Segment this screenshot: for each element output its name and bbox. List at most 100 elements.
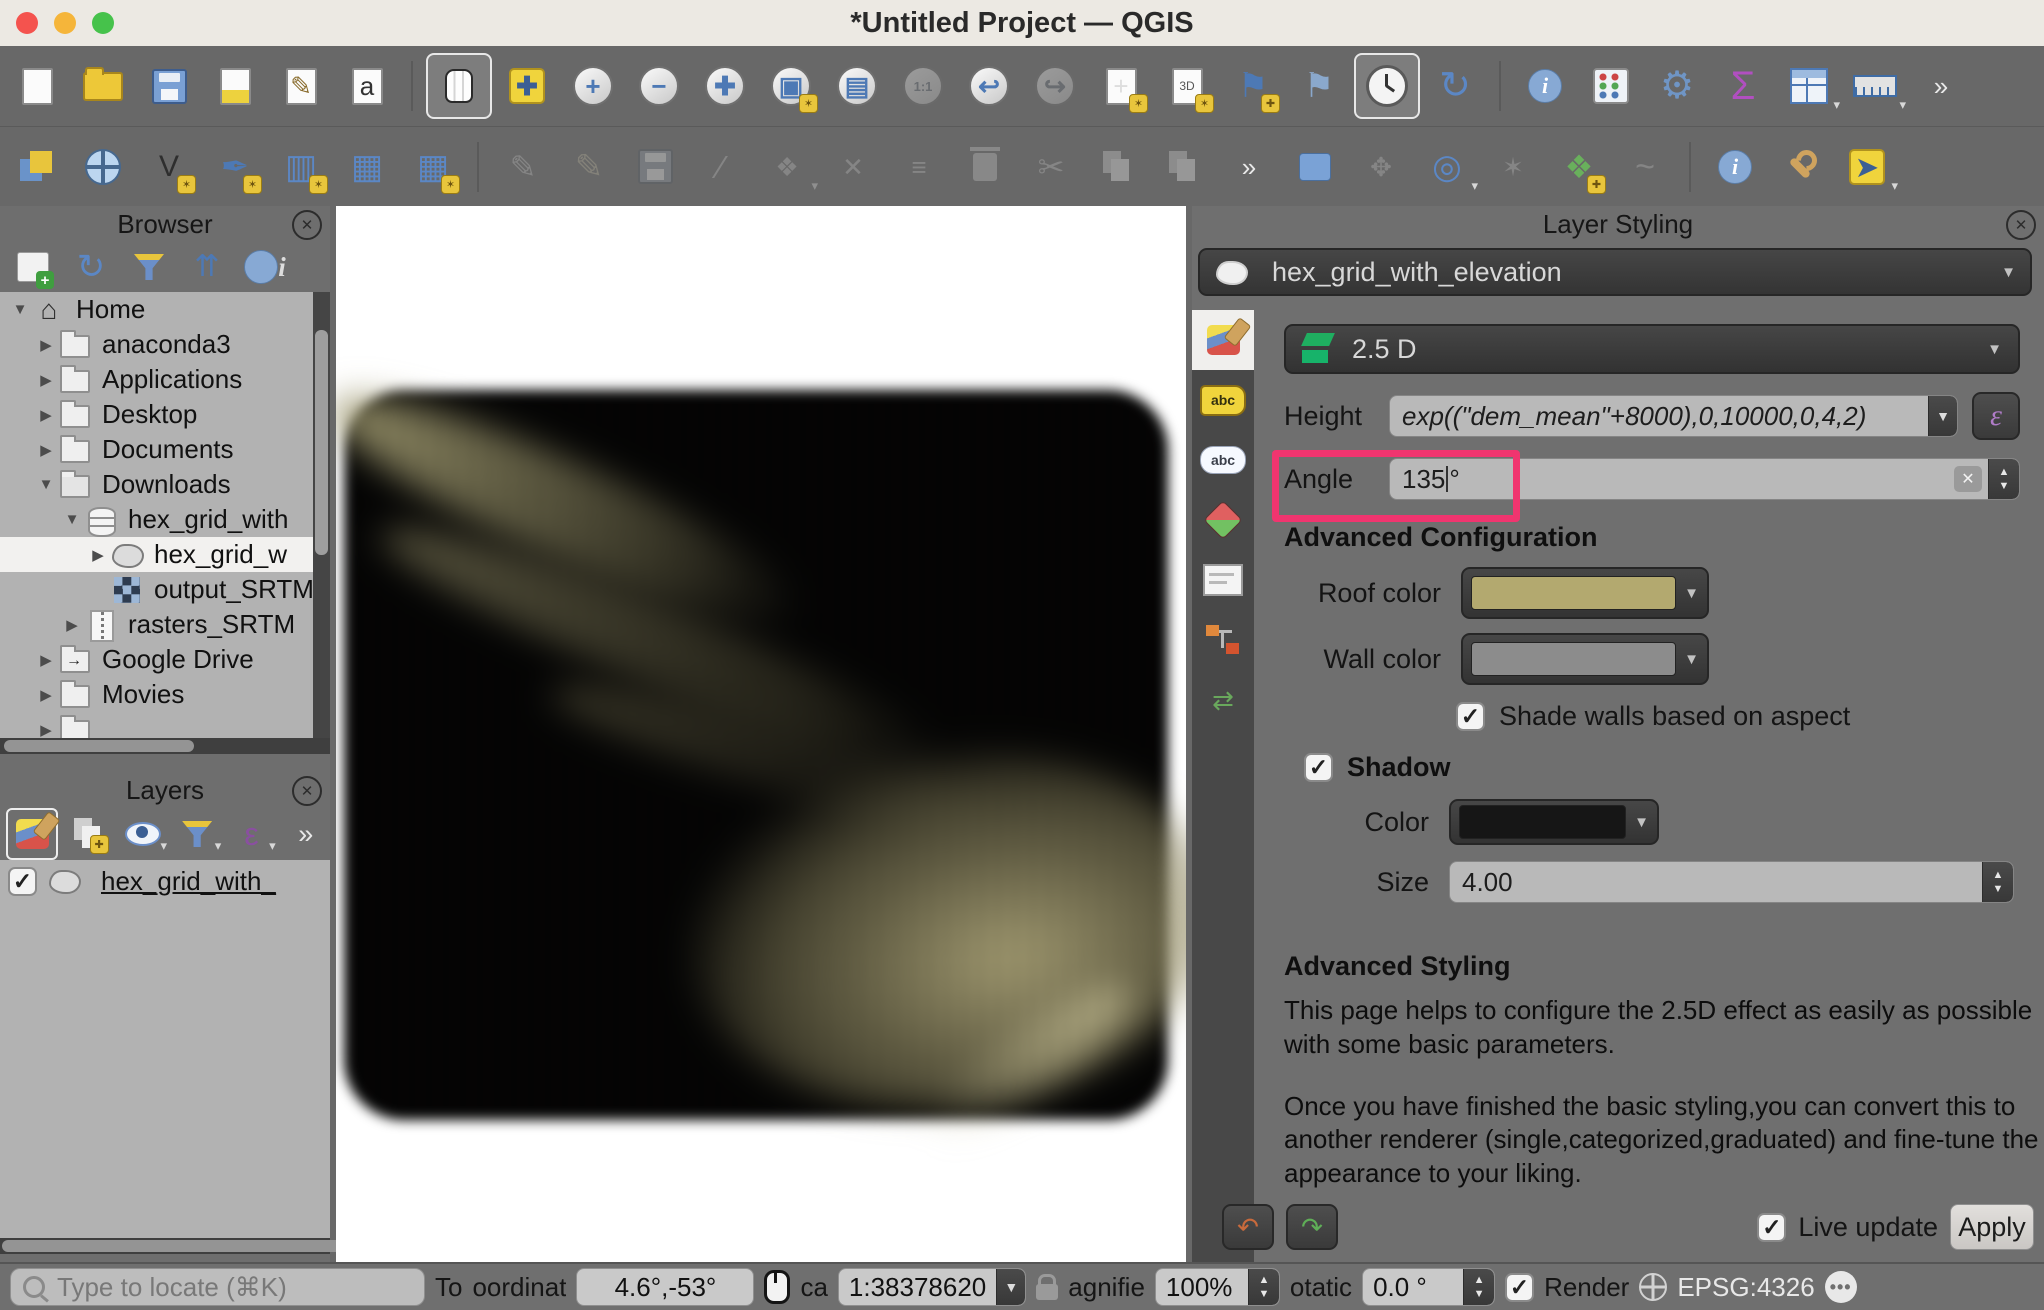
identify-info-button[interactable]: i xyxy=(1704,136,1766,198)
open-attribute-table-button[interactable]: ▾ xyxy=(1778,55,1840,117)
tab-3d-view[interactable] xyxy=(1192,490,1254,550)
new-shapefile-layer-button[interactable]: ▥ ✶ xyxy=(270,136,332,198)
tree-item-partial[interactable]: ▶ xyxy=(0,712,330,738)
spinner-control[interactable]: ▲▼ xyxy=(1248,1269,1279,1305)
close-window-button[interactable] xyxy=(16,12,38,34)
renderer-dropdown[interactable]: 2.5 D ▼ xyxy=(1284,324,2020,374)
tree-item-applications[interactable]: ▶ Applications xyxy=(0,362,330,397)
render-checkbox[interactable] xyxy=(1505,1273,1534,1302)
filter-legend-button[interactable]: ▾ xyxy=(173,810,221,858)
new-map-view-button[interactable]: + ✶ xyxy=(1090,55,1152,117)
new-geopackage-layer-button[interactable]: ✒ ✶ xyxy=(204,136,266,198)
browser-vertical-scrollbar[interactable] xyxy=(313,292,330,738)
zoom-last-button[interactable]: ↩ xyxy=(958,55,1020,117)
live-update-checkbox[interactable] xyxy=(1757,1213,1786,1242)
add-group-button[interactable]: ✚ xyxy=(64,810,112,858)
chevron-down-icon[interactable]: ▼ xyxy=(1928,396,1957,436)
clear-icon[interactable]: ✕ xyxy=(1954,466,1982,492)
new-temporary-scratch-layer-button[interactable]: ▦ xyxy=(336,136,398,198)
tree-item-hex-grid-layer[interactable]: ▶ hex_grid_w xyxy=(0,537,330,572)
show-spatial-bookmarks-button[interactable]: ⚑ xyxy=(1288,55,1350,117)
tab-attributes[interactable] xyxy=(1192,610,1254,670)
browser-refresh-button[interactable]: ↻ xyxy=(66,243,116,291)
expander-icon[interactable]: ▶ xyxy=(34,721,58,739)
expression-filter-button[interactable]: ε ▾ xyxy=(227,810,275,858)
scrollbar-thumb[interactable] xyxy=(2,1240,382,1252)
crs-globe-icon[interactable] xyxy=(1639,1273,1667,1301)
spinner-control[interactable]: ▲▼ xyxy=(1463,1269,1494,1305)
options-wrench-button[interactable] xyxy=(1770,136,1832,198)
browser-horizontal-scrollbar[interactable] xyxy=(0,738,330,754)
tab-labels[interactable]: abc xyxy=(1192,370,1254,430)
tree-item-output-srtm[interactable]: output_SRTM xyxy=(0,572,330,607)
browser-properties-button[interactable]: i xyxy=(240,243,290,291)
new-project-button[interactable] xyxy=(6,55,68,117)
locator-search-input[interactable]: Type to locate (⌘K) xyxy=(10,1268,425,1306)
chevron-down-icon[interactable]: ▼ xyxy=(996,1269,1025,1305)
open-project-button[interactable] xyxy=(72,55,134,117)
layer-styling-toggle-button[interactable] xyxy=(6,808,58,860)
magnifier-spinbox[interactable]: 100% ▲▼ xyxy=(1155,1268,1280,1306)
tree-item-google-drive[interactable]: ▶ → Google Drive xyxy=(0,642,330,677)
zoom-full-extent-button[interactable]: ✚ xyxy=(694,55,756,117)
refresh-map-button[interactable]: ↻ xyxy=(1424,55,1486,117)
expander-icon[interactable]: ▶ xyxy=(60,616,84,634)
select-features-button[interactable]: ➤ ▾ xyxy=(1836,136,1898,198)
new-virtual-layer-button[interactable]: ▦ ✶ xyxy=(402,136,464,198)
roof-color-dropdown[interactable]: ▼ xyxy=(1461,567,1709,619)
lock-scale-icon[interactable] xyxy=(1036,1284,1058,1300)
zoom-to-selection-button[interactable]: ▣ ✶ xyxy=(760,55,822,117)
tab-symbology[interactable] xyxy=(1192,310,1254,370)
identify-features-button[interactable]: i xyxy=(1514,55,1576,117)
layer-selector-dropdown[interactable]: hex_grid_with_elevation ▼ xyxy=(1198,248,2032,296)
expander-icon[interactable]: ▼ xyxy=(34,476,58,493)
tree-item-desktop[interactable]: ▶ Desktop xyxy=(0,397,330,432)
close-icon[interactable]: ✕ xyxy=(292,210,322,240)
new-spatial-bookmark-button[interactable]: ⚑ ✚ xyxy=(1222,55,1284,117)
new-3d-map-view-button[interactable]: 3D ✶ xyxy=(1156,55,1218,117)
height-expression-field[interactable]: exp(("dem_mean"+8000),0,10000,0,4,2) ▼ xyxy=(1389,395,1958,437)
map-canvas[interactable] xyxy=(336,206,1186,1262)
scrollbar-thumb[interactable] xyxy=(315,330,328,555)
layer-visibility-checkbox[interactable] xyxy=(8,867,37,896)
shade-walls-checkbox[interactable] xyxy=(1456,702,1485,731)
zoom-out-button[interactable]: − xyxy=(628,55,690,117)
expander-icon[interactable]: ▶ xyxy=(34,371,58,389)
rotation-spinbox[interactable]: 0.0 ° ▲▼ xyxy=(1362,1268,1495,1306)
tree-item-anaconda3[interactable]: ▶ anaconda3 xyxy=(0,327,330,362)
expander-icon[interactable]: ▶ xyxy=(34,651,58,669)
expander-icon[interactable]: ▶ xyxy=(86,546,110,564)
temporal-controller-button[interactable] xyxy=(1354,53,1420,119)
wall-color-dropdown[interactable]: ▼ xyxy=(1461,633,1709,685)
toolbar-overflow-button[interactable]: » xyxy=(1910,55,1972,117)
expander-icon[interactable]: ▶ xyxy=(34,336,58,354)
show-statistics-button[interactable]: Σ xyxy=(1712,55,1774,117)
shadow-checkbox[interactable] xyxy=(1304,753,1333,782)
tree-item-rasters-srtm[interactable]: ▶ rasters_SRTM xyxy=(0,607,330,642)
show-layout-manager-button[interactable]: ✎ xyxy=(270,55,332,117)
layers-overflow-button[interactable]: » xyxy=(282,810,330,858)
tree-item-movies[interactable]: ▶ Movies xyxy=(0,677,330,712)
toolbar2-overflow-button[interactable]: » xyxy=(1218,136,1280,198)
zoom-in-button[interactable]: + xyxy=(562,55,624,117)
apply-button[interactable]: Apply xyxy=(1950,1204,2034,1250)
extents-mouse-icon[interactable] xyxy=(764,1270,790,1304)
tab-diagrams[interactable] xyxy=(1192,550,1254,610)
tree-item-home[interactable]: ▼ Home xyxy=(0,292,330,327)
pan-map-button[interactable] xyxy=(426,53,492,119)
metasearch-button[interactable] xyxy=(72,136,134,198)
data-source-manager-button[interactable] xyxy=(6,136,68,198)
tab-masks[interactable]: abc xyxy=(1192,430,1254,490)
vertex-tool-button[interactable]: ◎ ▾ xyxy=(1416,136,1478,198)
measure-button[interactable]: ▾ xyxy=(1844,55,1906,117)
close-icon[interactable]: ✕ xyxy=(2006,210,2036,240)
coordinate-input[interactable]: 4.6°,-53° xyxy=(576,1268,754,1306)
scale-dropdown[interactable]: 1:38378620 ▼ xyxy=(838,1268,1026,1306)
browser-add-favorite-button[interactable] xyxy=(8,243,58,291)
layer-row-hex-grid[interactable]: hex_grid_with_ xyxy=(0,860,330,902)
layers-horizontal-scrollbar[interactable] xyxy=(0,1238,330,1254)
expander-icon[interactable]: ▶ xyxy=(34,686,58,704)
size-spinbox[interactable]: 4.00 ▲▼ xyxy=(1449,861,2014,903)
redo-style-button[interactable]: ↷ xyxy=(1286,1204,1338,1250)
add-polygon-annotation-button[interactable]: ❖ ✚ xyxy=(1548,136,1610,198)
